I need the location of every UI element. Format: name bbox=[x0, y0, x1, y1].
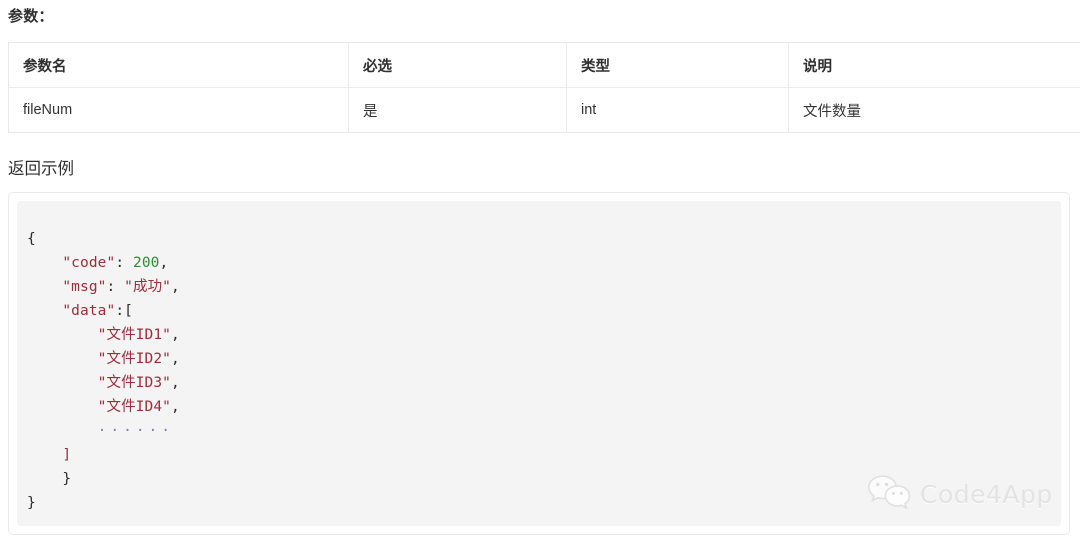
code-token-punc: : bbox=[106, 279, 125, 295]
code-token-punc: } bbox=[62, 471, 72, 487]
params-table-container: 参数名 必选 类型 说明 fileNum 是 int 文件数量 bbox=[8, 42, 1080, 133]
code-token-key: "data" bbox=[62, 303, 116, 319]
code-token-punc: , bbox=[171, 279, 180, 295]
code-token-punc: { bbox=[27, 231, 36, 247]
params-table-head: 参数名 必选 类型 说明 bbox=[8, 42, 1080, 88]
code-block-surface: { "code": 200, "msg": "成功", "data":[ "文件… bbox=[17, 201, 1061, 526]
code-token-key: "code" bbox=[62, 255, 116, 271]
cell-param-required: 是 bbox=[348, 87, 567, 133]
params-table: 参数名 必选 类型 说明 fileNum 是 int 文件数量 bbox=[8, 42, 1080, 133]
code-token-str: "文件ID3" bbox=[97, 375, 171, 391]
column-header-name: 参数名 bbox=[8, 42, 349, 88]
document-page: 参数： 参数名 必选 类型 说明 fileNum 是 int 文件数量 返回示例… bbox=[0, 0, 1080, 547]
code-token-str: "文件ID1" bbox=[97, 327, 171, 343]
cell-param-type: int bbox=[566, 87, 789, 133]
json-response-code: { "code": 200, "msg": "成功", "data":[ "文件… bbox=[27, 227, 1061, 515]
code-token-key: "msg" bbox=[62, 279, 107, 295]
column-header-type: 类型 bbox=[566, 42, 789, 88]
code-token-punc: , bbox=[171, 375, 180, 391]
cell-param-name: fileNum bbox=[8, 87, 349, 133]
code-token-num: 200 bbox=[132, 255, 160, 271]
code-token-str: "成功" bbox=[124, 279, 172, 295]
table-row: fileNum 是 int 文件数量 bbox=[8, 87, 1080, 133]
code-token-str: ] bbox=[62, 447, 72, 463]
code-token-punc: , bbox=[171, 327, 180, 343]
column-header-required: 必选 bbox=[348, 42, 567, 88]
code-token-punc: , bbox=[159, 255, 169, 271]
table-header-row: 参数名 必选 类型 说明 bbox=[8, 42, 1080, 88]
column-header-description: 说明 bbox=[788, 42, 1080, 88]
params-table-body: fileNum 是 int 文件数量 bbox=[8, 87, 1080, 133]
code-token-str: "文件ID2" bbox=[97, 351, 171, 367]
code-token-dots: ······ bbox=[97, 423, 175, 439]
code-token-str: "文件ID4" bbox=[97, 399, 171, 415]
code-token-punc: [ bbox=[124, 303, 133, 319]
code-token-punc: , bbox=[171, 399, 180, 415]
code-token-punc: : bbox=[115, 303, 125, 319]
code-block-container: { "code": 200, "msg": "成功", "data":[ "文件… bbox=[8, 192, 1070, 535]
response-example-heading: 返回示例 bbox=[8, 160, 74, 178]
cell-param-description: 文件数量 bbox=[803, 103, 861, 120]
code-token-punc: , bbox=[171, 351, 180, 367]
code-token-punc: : bbox=[115, 255, 133, 271]
params-section-heading: 参数： bbox=[8, 8, 54, 25]
code-token-punc: } bbox=[27, 495, 36, 511]
